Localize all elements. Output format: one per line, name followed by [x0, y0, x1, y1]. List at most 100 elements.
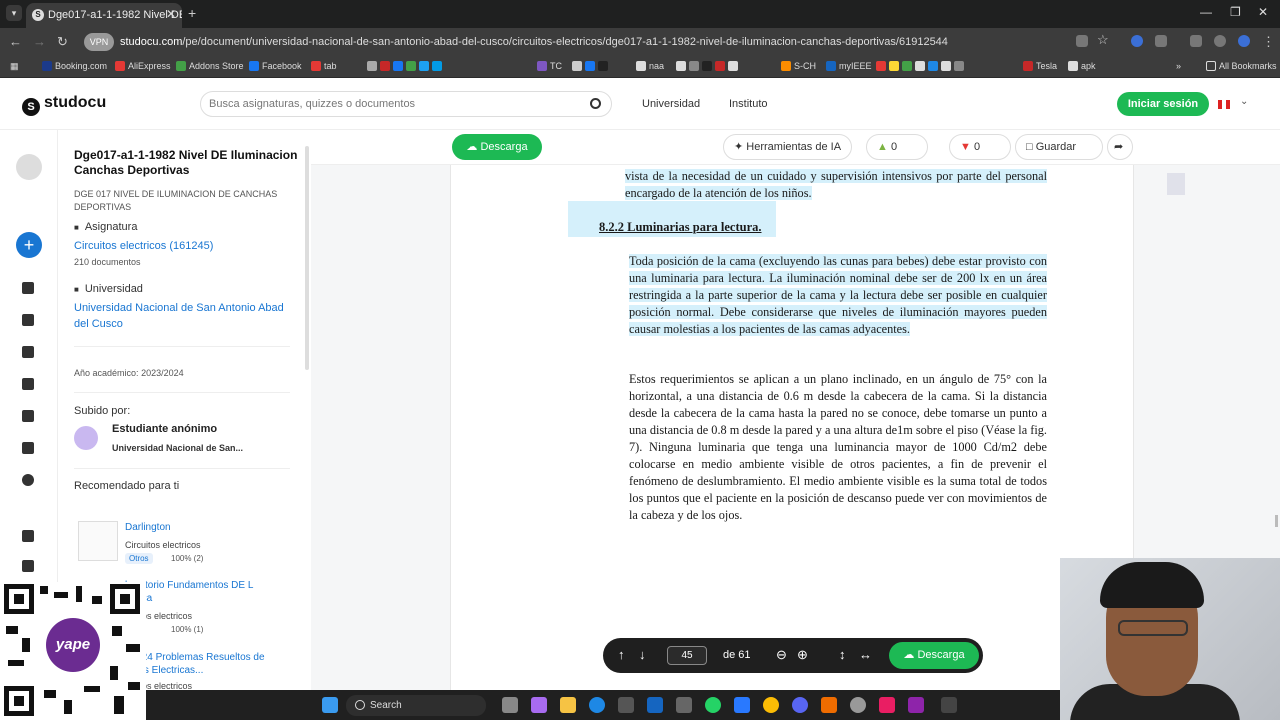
bookmark-s-ch[interactable]: S-CH — [781, 61, 816, 71]
minimize-icon[interactable]: — — [1200, 5, 1212, 19]
zoom-in-icon[interactable]: ⊕ — [797, 647, 808, 663]
subject-link[interactable]: Circuitos electricos (161245) — [74, 238, 298, 254]
directx-icon[interactable] — [941, 697, 957, 713]
tab-close-icon[interactable]: ✕ — [166, 7, 176, 21]
folder-icon[interactable] — [22, 530, 34, 542]
app-orange-icon[interactable] — [821, 697, 837, 713]
tab-search-button[interactable]: ▾ — [6, 5, 22, 21]
ai-tools-button[interactable]: ✦ Herramientas de IA — [723, 134, 853, 160]
login-button[interactable]: Iniciar sesión — [1117, 92, 1209, 116]
bookmark-star-icon[interactable]: ☆ — [1097, 32, 1109, 47]
apps-grid-icon[interactable]: ▦ — [10, 61, 19, 72]
app-purple-icon[interactable] — [908, 697, 924, 713]
reload-icon[interactable]: ↻ — [57, 34, 68, 50]
taskbar-search[interactable]: Search — [346, 695, 486, 716]
university-link[interactable]: Universidad Nacional de San Antonio Abad… — [74, 300, 298, 332]
shield-icon[interactable] — [1238, 35, 1250, 47]
bookmark-icons-3[interactable] — [676, 61, 741, 71]
bookmark-addons-store[interactable]: Addons Store — [176, 61, 244, 71]
arrow-up-icon[interactable]: ↑ — [618, 647, 625, 662]
sidebar-scrollbar[interactable] — [305, 146, 309, 370]
store-icon[interactable] — [618, 697, 634, 713]
zoom-out-icon[interactable]: ⊖ — [776, 647, 787, 663]
subject-label: Asignatura — [74, 221, 138, 233]
kebab-menu-icon[interactable]: ⋮ — [1262, 34, 1275, 50]
maximize-icon[interactable]: ❐ — [1230, 5, 1241, 19]
arrow-down-icon[interactable]: ↓ — [639, 647, 646, 662]
bookmark-myieee[interactable]: myIEEE — [826, 61, 872, 71]
outlook-icon[interactable] — [647, 697, 663, 713]
chevron-down-icon[interactable]: ⌄ — [1240, 96, 1248, 107]
task-view-icon[interactable] — [502, 697, 518, 713]
bookmark-tc[interactable]: TC — [537, 61, 562, 71]
recommended-title[interactable]: Darlington — [125, 522, 171, 533]
page-scrollbar[interactable] — [1275, 515, 1278, 527]
uploader-name[interactable]: Estudiante anónimo — [112, 423, 217, 435]
vpn-badge[interactable]: VPN — [84, 33, 114, 51]
peru-flag-icon[interactable] — [1218, 100, 1230, 109]
share-button[interactable]: ➦ — [1107, 134, 1133, 160]
bookmark-tab[interactable]: tab — [311, 61, 337, 71]
search-icon[interactable] — [590, 98, 601, 109]
search-input[interactable]: Busca asignaturas, quizzes o documentos — [200, 91, 612, 117]
nav-universidad[interactable]: Universidad — [642, 98, 700, 110]
file-explorer-icon[interactable] — [560, 697, 576, 713]
add-icon[interactable]: + — [16, 232, 42, 258]
user-avatar-icon[interactable] — [16, 154, 42, 180]
bookmark-apk[interactable]: apk — [1068, 61, 1096, 71]
all-bookmarks[interactable]: All Bookmarks — [1206, 61, 1277, 71]
chat-icon[interactable] — [22, 442, 34, 454]
home-icon[interactable] — [22, 282, 34, 294]
new-tab-button[interactable]: + — [188, 5, 196, 21]
discord-icon[interactable] — [792, 697, 808, 713]
forward-icon[interactable]: → — [33, 34, 46, 49]
dislike-button[interactable]: ▼ 0 — [949, 134, 1011, 160]
download-button[interactable]: ☁ Descarga — [452, 134, 542, 160]
like-button[interactable]: ▲ 0 — [866, 134, 928, 160]
chrome-icon[interactable] — [763, 697, 779, 713]
book-icon[interactable] — [22, 560, 34, 572]
back-icon[interactable]: ← — [9, 34, 22, 49]
browser-tab[interactable]: S Dge017-a1-1-1982 Nivel DE Ilu ✕ — [26, 3, 182, 28]
bookmarks-overflow-icon[interactable]: » — [1176, 61, 1181, 71]
bookmark-icons-1[interactable] — [367, 61, 445, 71]
close-window-icon[interactable]: ✕ — [1258, 5, 1268, 19]
extension-icon[interactable] — [1131, 35, 1143, 47]
qr-finder — [4, 686, 34, 716]
vscode-icon[interactable] — [734, 697, 750, 713]
bookmark-facebook[interactable]: Facebook — [249, 61, 302, 71]
divider — [74, 346, 290, 347]
edge-icon[interactable] — [589, 697, 605, 713]
profile-icon[interactable] — [1214, 35, 1226, 47]
quiz-icon[interactable] — [22, 378, 34, 390]
bookmark-icons-4[interactable] — [876, 61, 967, 71]
library-icon[interactable] — [22, 314, 34, 326]
bookmark-aliexpress[interactable]: AliExpress — [115, 61, 171, 71]
ai-icon[interactable] — [22, 410, 34, 422]
extensions-puzzle-icon[interactable] — [1155, 35, 1167, 47]
documents-icon[interactable] — [22, 346, 34, 358]
address-bar[interactable]: studocu.com/pe/document/universidad-naci… — [120, 33, 1120, 51]
bookmark-naa[interactable]: naa — [636, 61, 664, 71]
pager-download-button[interactable]: ☁ Descarga — [889, 642, 979, 669]
media-icon[interactable] — [1190, 35, 1202, 47]
bookmark-icons-2[interactable] — [572, 61, 611, 71]
save-button[interactable]: □ Guardar — [1015, 134, 1103, 160]
document-page: vista de la necesidad de un cuidado y su… — [450, 165, 1134, 690]
nav-instituto[interactable]: Instituto — [729, 98, 768, 110]
tiktok-icon[interactable] — [879, 697, 895, 713]
bookmark-booking[interactable]: Booking.com — [42, 61, 107, 71]
studocu-logo[interactable]: Sstudocu — [22, 94, 106, 116]
fit-width-icon[interactable]: ↔ — [859, 647, 872, 662]
windows-start-icon[interactable] — [322, 697, 338, 713]
app-gray-icon[interactable] — [850, 697, 866, 713]
bookmark-tesla[interactable]: Tesla — [1023, 61, 1057, 71]
recommended-thumbnail[interactable] — [78, 521, 118, 561]
whatsapp-icon[interactable] — [705, 697, 721, 713]
fit-height-icon[interactable]: ↕ — [839, 647, 846, 662]
app-icon[interactable] — [676, 697, 692, 713]
copilot-icon[interactable] — [531, 697, 547, 713]
history-icon[interactable] — [22, 474, 34, 486]
page-number-input[interactable]: 45 — [667, 646, 707, 665]
install-app-icon[interactable] — [1076, 35, 1088, 47]
